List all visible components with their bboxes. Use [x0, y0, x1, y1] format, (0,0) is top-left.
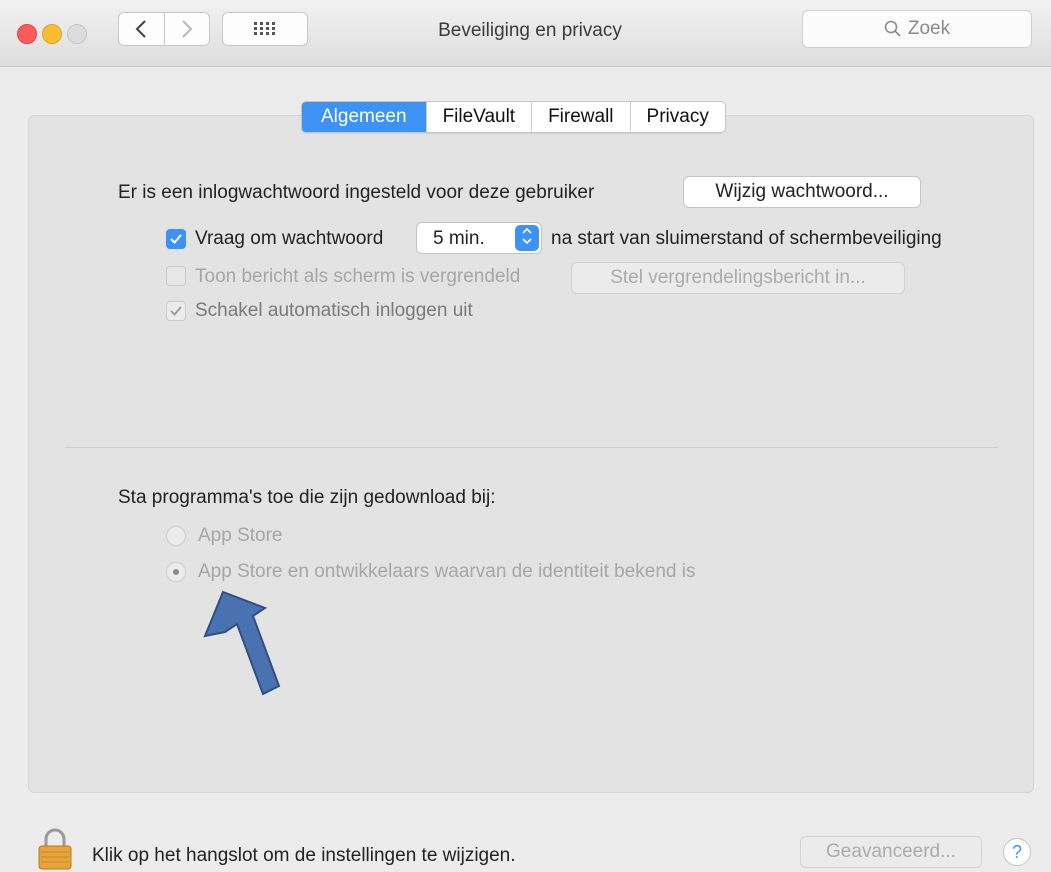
search-placeholder: Zoek: [907, 18, 951, 39]
show-all-button[interactable]: [222, 12, 308, 46]
lock-instruction-text: Klik op het hangslot om de instellingen …: [92, 845, 516, 866]
disable-auto-login-checkbox[interactable]: [166, 301, 186, 321]
checkmark-icon: [170, 306, 182, 316]
password-set-text: Er is een inlogwachtwoord ingesteld voor…: [118, 182, 595, 203]
password-delay-popup[interactable]: 5 min.: [416, 222, 542, 254]
downloads-heading: Sta programma's toe die zijn gedownload …: [118, 487, 496, 508]
section-divider: [65, 447, 998, 448]
chevron-right-icon: [182, 20, 193, 38]
updown-chevron-icon: [515, 225, 539, 251]
disable-auto-login-label: Schakel automatisch inloggen uit: [195, 300, 473, 321]
help-button[interactable]: ?: [1003, 838, 1031, 866]
title-bar: Beveiliging en privacy Zoek: [0, 0, 1051, 67]
change-password-button[interactable]: Wijzig wachtwoord...: [683, 176, 921, 208]
tab-algemeen[interactable]: Algemeen: [302, 102, 426, 132]
chevron-left-icon: [135, 20, 146, 38]
annotation-arrow-icon: [203, 590, 281, 696]
advanced-button[interactable]: Geavanceerd...: [800, 836, 982, 868]
tab-firewall[interactable]: Firewall: [531, 102, 629, 132]
require-password-suffix: na start van sluimerstand of schermbevei…: [551, 228, 942, 249]
forward-button[interactable]: [163, 13, 210, 45]
search-icon: [884, 20, 901, 37]
tab-bar: Algemeen FileVault Firewall Privacy: [301, 101, 726, 133]
search-field[interactable]: Zoek: [802, 10, 1032, 48]
close-window-button[interactable]: [17, 24, 37, 44]
checkmark-icon: [170, 234, 182, 244]
show-message-label: Toon bericht als scherm is vergrendeld: [195, 266, 521, 287]
password-delay-value: 5 min.: [433, 228, 485, 249]
radio-app-store[interactable]: [166, 526, 186, 546]
require-password-label: Vraag om wachtwoord: [195, 228, 384, 249]
settings-panel: [28, 115, 1034, 793]
show-message-checkbox[interactable]: [166, 266, 186, 286]
tab-filevault[interactable]: FileVault: [425, 102, 532, 132]
tab-privacy[interactable]: Privacy: [629, 102, 725, 132]
grid-icon: [254, 22, 275, 35]
minimize-window-button[interactable]: [42, 24, 62, 44]
window-title: Beveiliging en privacy: [438, 20, 622, 41]
navigation-buttons: [118, 12, 210, 46]
require-password-checkbox[interactable]: [166, 229, 186, 249]
radio-app-store-identified-label: App Store en ontwikkelaars waarvan de id…: [198, 561, 696, 582]
radio-app-store-label: App Store: [198, 525, 283, 546]
zoom-window-button[interactable]: [67, 24, 87, 44]
set-lock-message-button[interactable]: Stel vergrendelingsbericht in...: [571, 262, 905, 294]
padlock-icon[interactable]: [37, 828, 73, 870]
radio-app-store-identified[interactable]: [166, 562, 186, 582]
back-button[interactable]: [119, 13, 164, 45]
